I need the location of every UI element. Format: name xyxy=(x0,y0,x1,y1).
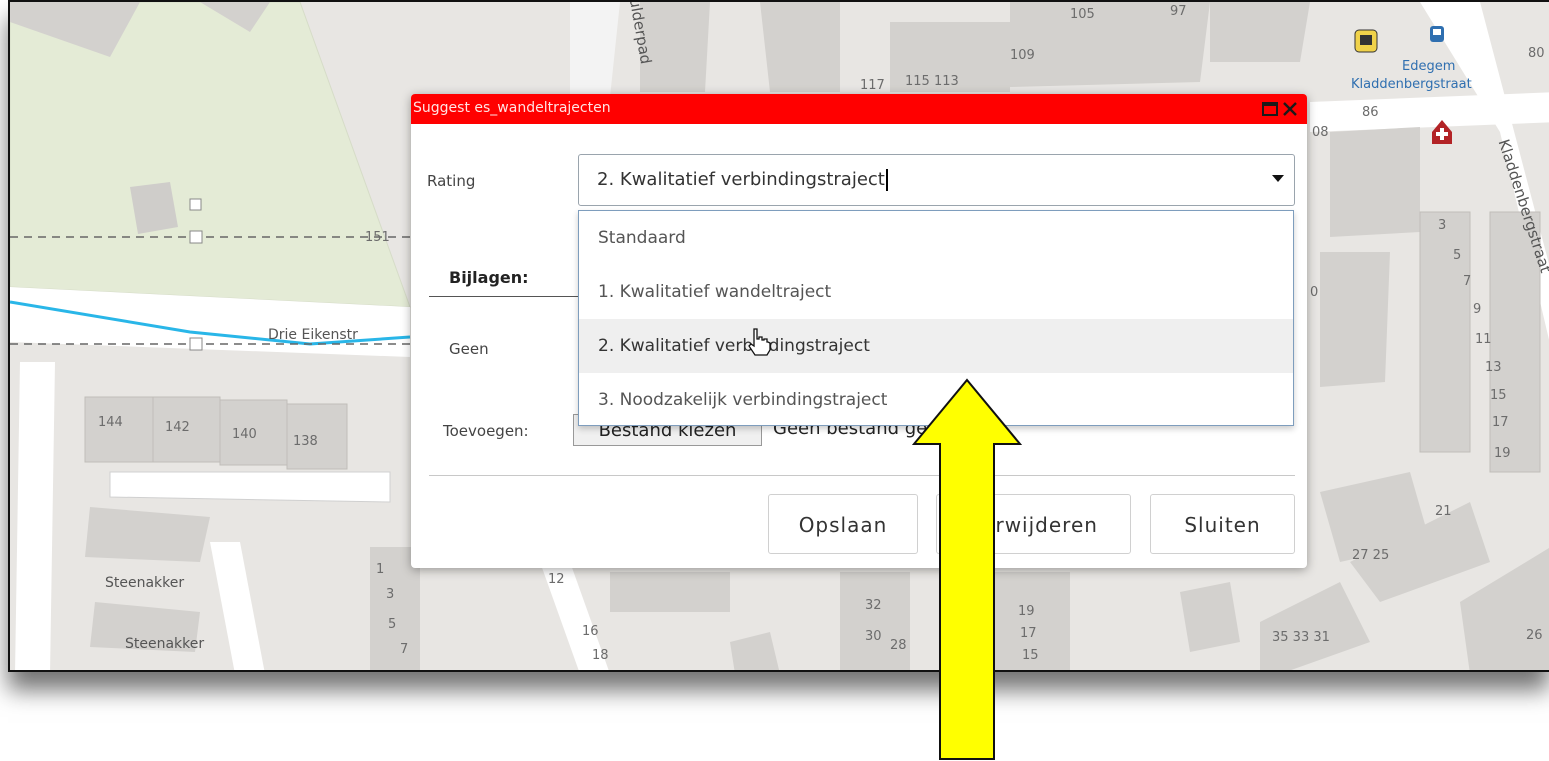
save-button[interactable]: Opslaan xyxy=(768,494,918,554)
map-label-27-25: 27 25 xyxy=(1352,548,1390,563)
map-label-0: 0 xyxy=(1310,285,1319,300)
rating-select[interactable]: 2. Kwalitatief verbindingstraject xyxy=(578,154,1295,206)
rating-label: Rating xyxy=(427,172,476,190)
footer-divider xyxy=(429,475,1295,476)
map-label-26: 26 xyxy=(1526,628,1543,643)
bijlagen-divider xyxy=(429,296,589,297)
map-label-115-113: 115 113 xyxy=(905,74,959,89)
bus-stop-label-edegem: Edegem xyxy=(1402,59,1456,74)
close-button[interactable]: Sluiten xyxy=(1150,494,1295,554)
map-label-140: 140 xyxy=(232,427,257,442)
map-label-32: 32 xyxy=(865,598,882,613)
hand-cursor-icon xyxy=(748,328,771,356)
map-label-144: 144 xyxy=(98,415,123,430)
map-label-3: 3 xyxy=(386,587,395,602)
toevoegen-label: Toevoegen: xyxy=(443,422,529,440)
map-label-r5: 5 xyxy=(1453,248,1462,263)
map-label-30: 30 xyxy=(865,629,882,644)
map-label-5: 5 xyxy=(388,617,397,632)
map-label-80: 80 xyxy=(1528,46,1545,61)
rating-option-1[interactable]: 1. Kwalitatief wandeltraject xyxy=(579,265,1293,319)
map-label-08: 08 xyxy=(1312,125,1329,140)
street-label-steenakker-2: Steenakker xyxy=(125,636,205,652)
map-label-142: 142 xyxy=(165,420,190,435)
map-label-35-33-31: 35 33 31 xyxy=(1272,630,1330,645)
map-label-r3: 3 xyxy=(1438,218,1447,233)
map-label-97: 97 xyxy=(1170,4,1187,19)
rating-option-standaard[interactable]: Standaard xyxy=(579,211,1293,265)
map-label-28: 28 xyxy=(890,638,907,653)
map-label-r17: 17 xyxy=(1492,415,1509,430)
map-label-16: 16 xyxy=(582,624,599,639)
rating-option-2[interactable]: 2. Kwalitatief verbindingstraject xyxy=(579,319,1293,373)
map-label-7: 7 xyxy=(400,642,409,657)
map-label-r13: 13 xyxy=(1485,360,1502,375)
map-label-1: 1 xyxy=(376,562,385,577)
attachments-empty-text: Geen xyxy=(449,340,489,358)
map-label-r7: 7 xyxy=(1463,274,1472,289)
dialog-title: Suggest es_wandeltrajecten xyxy=(413,100,611,116)
feature-edit-dialog: Suggest es_wandeltrajecten Rating 2. Kwa… xyxy=(411,94,1307,568)
map-label-r19: 19 xyxy=(1494,446,1511,461)
close-icon[interactable] xyxy=(1281,100,1299,118)
map-label-18: 18 xyxy=(592,648,609,663)
highlight-arrow xyxy=(912,378,1022,760)
map-label-105: 105 xyxy=(1070,7,1095,22)
rating-select-value: 2. Kwalitatief verbindingstraject xyxy=(597,169,888,191)
map-label-12: 12 xyxy=(548,572,565,587)
map-label-15: 15 xyxy=(1022,648,1039,663)
map-label-86: 86 xyxy=(1362,105,1379,120)
map-label-r15: 15 xyxy=(1490,388,1507,403)
map-label-117: 117 xyxy=(860,78,885,93)
bus-stop-label-kladdenberg: Kladdenbergstraat xyxy=(1351,77,1472,92)
map-label-17: 17 xyxy=(1020,626,1037,641)
map-label-109: 109 xyxy=(1010,48,1035,63)
map-label-21: 21 xyxy=(1435,504,1452,519)
map-label-r9: 9 xyxy=(1473,302,1482,317)
chevron-down-icon[interactable] xyxy=(1272,175,1284,182)
bijlagen-label: Bijlagen: xyxy=(449,268,529,287)
street-label-steenakker-1: Steenakker xyxy=(105,575,185,591)
street-label-drie-eiken: Drie Eikenstr xyxy=(268,327,358,343)
map-label-151: 151 xyxy=(365,230,390,245)
map-label-r11: 11 xyxy=(1475,332,1492,347)
maximize-icon[interactable] xyxy=(1261,100,1279,118)
map-label-138: 138 xyxy=(293,434,318,449)
dialog-titlebar[interactable]: Suggest es_wandeltrajecten xyxy=(411,94,1307,124)
